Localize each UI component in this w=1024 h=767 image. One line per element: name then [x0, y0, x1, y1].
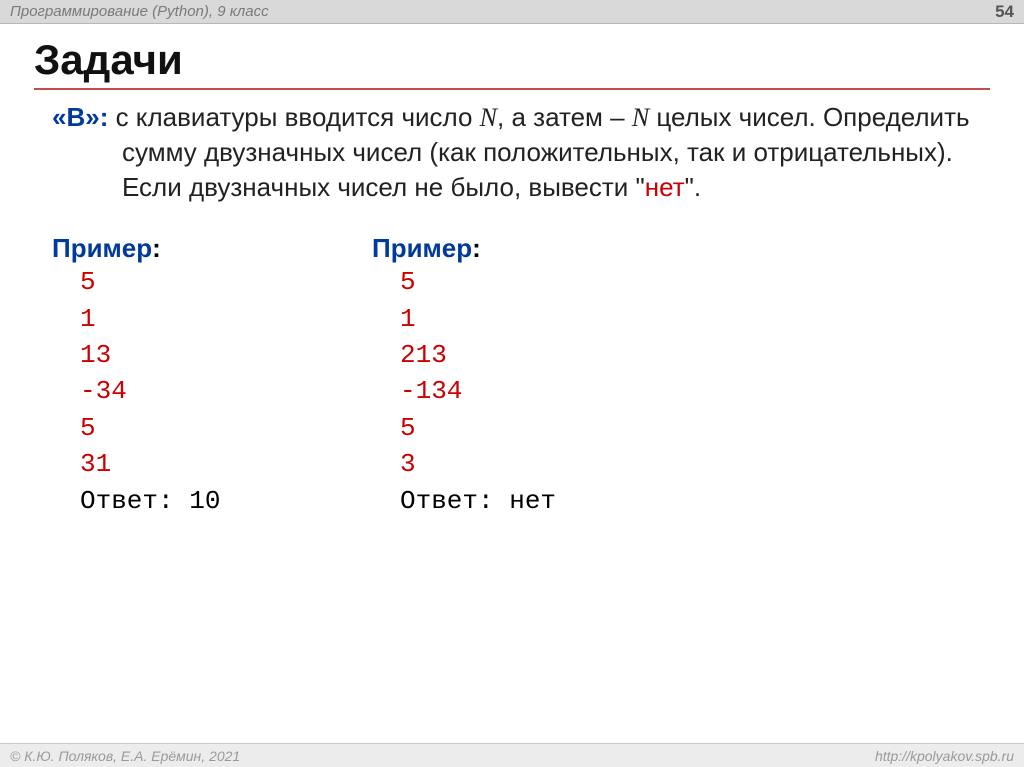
copyright: © К.Ю. Поляков, Е.А. Ерёмин, 2021: [10, 748, 240, 764]
task-badge: «B»:: [52, 102, 108, 132]
code-line: 1: [400, 304, 416, 334]
bottom-bar: © К.Ю. Поляков, Е.А. Ерёмин, 2021 http:/…: [0, 743, 1024, 767]
course-title: Программирование (Python), 9 класс: [10, 3, 269, 20]
code-line: 5: [400, 267, 416, 297]
example-label: Пример:: [372, 233, 632, 264]
task-text: «B»: с клавиатуры вводится число N, а за…: [52, 100, 990, 205]
title-rule: [34, 88, 990, 90]
example-label: Пример:: [52, 233, 312, 264]
example-2: Пример: 5 1 213 -134 5 3 Ответ: нет: [372, 233, 632, 519]
code-line: 13: [80, 340, 111, 370]
page-number: 54: [995, 2, 1014, 22]
code-line: 5: [80, 267, 96, 297]
task-text-end: ".: [685, 172, 701, 202]
task-text-b: , а затем –: [497, 102, 632, 132]
task-var-2: N: [632, 103, 649, 132]
slide-title: Задачи: [34, 36, 990, 84]
answer-label: Ответ:: [80, 486, 189, 516]
example-code: 5 1 13 -34 5 31 Ответ: 10: [80, 264, 312, 519]
answer-label: Ответ:: [400, 486, 509, 516]
code-line: -34: [80, 376, 127, 406]
example-label-text: Пример: [372, 233, 472, 263]
top-bar: Программирование (Python), 9 класс 54: [0, 0, 1024, 24]
example-code: 5 1 213 -134 5 3 Ответ: нет: [400, 264, 632, 519]
task-text-a: с клавиатуры вводится число: [108, 102, 479, 132]
code-line: 3: [400, 449, 416, 479]
task-net: нет: [645, 172, 685, 202]
code-line: -134: [400, 376, 462, 406]
answer-line: Ответ: нет: [400, 486, 556, 516]
task-var-1: N: [480, 103, 497, 132]
example-label-colon: :: [472, 233, 481, 263]
code-line: 213: [400, 340, 447, 370]
footer-url: http://kpolyakov.spb.ru: [875, 748, 1014, 764]
code-line: 5: [80, 413, 96, 443]
code-line: 31: [80, 449, 111, 479]
code-line: 5: [400, 413, 416, 443]
answer-value: 10: [189, 486, 220, 516]
example-label-colon: :: [152, 233, 161, 263]
code-line: 1: [80, 304, 96, 334]
examples-row: Пример: 5 1 13 -34 5 31 Ответ: 10 Пример…: [52, 233, 990, 519]
answer-value: нет: [509, 486, 556, 516]
example-label-text: Пример: [52, 233, 152, 263]
slide-body: Задачи «B»: с клавиатуры вводится число …: [0, 24, 1024, 519]
example-1: Пример: 5 1 13 -34 5 31 Ответ: 10: [52, 233, 312, 519]
answer-line: Ответ: 10: [80, 486, 220, 516]
